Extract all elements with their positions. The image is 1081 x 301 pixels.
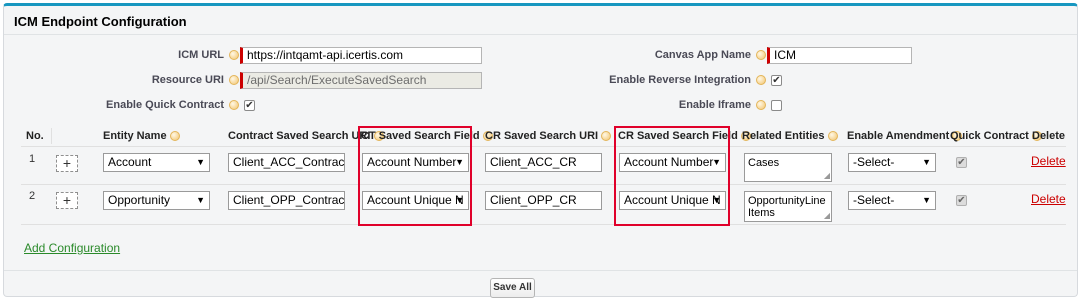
cr-saved-search-uri-input[interactable]: Client_ACC_CR bbox=[485, 153, 602, 172]
row-number: 2 bbox=[29, 190, 36, 202]
header-enable-amendment-label: Enable Amendment bbox=[847, 130, 950, 142]
resize-grip-icon[interactable]: ◢ bbox=[824, 212, 830, 220]
contract-saved-search-uri-input[interactable]: Client_OPP_Contract bbox=[228, 191, 345, 210]
header-cr-saved-search-uri: CR Saved Search URI bbox=[485, 126, 612, 146]
enable-amendment-select[interactable]: -Select- ▼ bbox=[848, 153, 936, 172]
header-entity-name-label: Entity Name bbox=[103, 130, 167, 142]
checkmark-icon: ✔ bbox=[772, 75, 781, 86]
header-contract-saved-search-uri-label: Contract Saved Search URI bbox=[228, 130, 371, 142]
quick-contract-checkbox: ✔ bbox=[956, 157, 967, 168]
header-related-entities-label: Related Entities bbox=[742, 130, 825, 142]
header-quick-contract-label: Quick Contract bbox=[950, 130, 1029, 142]
enable-quick-contract-checkbox[interactable]: ✔ bbox=[244, 100, 255, 111]
enable-amendment-value: -Select- bbox=[853, 155, 895, 169]
entity-name-value: Account bbox=[108, 155, 152, 169]
help-icon[interactable] bbox=[229, 100, 239, 110]
header-no: No. bbox=[26, 130, 44, 142]
enable-iframe-label: Enable Iframe bbox=[678, 99, 751, 111]
delete-link[interactable]: Delete bbox=[1031, 154, 1066, 168]
canvas-app-name-input[interactable]: ICM bbox=[767, 47, 912, 64]
icm-url-input[interactable]: https://intqamt-api.icertis.com bbox=[240, 47, 482, 64]
dropdown-arrow-icon: ▼ bbox=[196, 157, 205, 167]
header-divider bbox=[21, 146, 1066, 147]
header-enable-amendment: Enable Amendment bbox=[847, 126, 963, 146]
add-configuration-link[interactable]: Add Configuration bbox=[24, 241, 120, 255]
checkmark-icon: ✔ bbox=[957, 157, 966, 168]
dropdown-arrow-icon: ▼ bbox=[922, 157, 931, 167]
enable-reverse-integration-checkbox[interactable]: ✔ bbox=[771, 75, 782, 86]
help-icon[interactable] bbox=[229, 50, 239, 60]
header-quick-contract: Quick Contract bbox=[950, 126, 1042, 146]
cr-saved-search-uri-input[interactable]: Client_OPP_CR bbox=[485, 191, 602, 210]
help-icon[interactable] bbox=[169, 131, 180, 142]
header-related-entities: Related Entities bbox=[742, 126, 838, 146]
enable-quick-contract-label: Enable Quick Contract bbox=[106, 99, 224, 111]
ct-saved-search-field-highlight bbox=[358, 126, 472, 226]
row-divider bbox=[21, 184, 1066, 185]
row-number: 1 bbox=[29, 153, 36, 165]
row-divider bbox=[21, 224, 1066, 225]
resource-uri-input: /api/Search/ExecuteSavedSearch bbox=[240, 72, 482, 89]
expand-row-button[interactable]: + bbox=[56, 155, 78, 172]
header-entity-name: Entity Name bbox=[103, 126, 180, 146]
contract-saved-search-uri-input[interactable]: Client_ACC_Contract bbox=[228, 153, 345, 172]
related-entities-textarea[interactable]: Cases ◢ bbox=[744, 153, 832, 182]
related-entities-textarea[interactable]: OpportunityLineItems ◢ bbox=[744, 191, 832, 222]
dropdown-arrow-icon: ▼ bbox=[922, 195, 931, 205]
title-divider bbox=[4, 34, 1077, 35]
help-icon[interactable] bbox=[756, 50, 766, 60]
help-icon[interactable] bbox=[601, 131, 612, 142]
enable-amendment-value: -Select- bbox=[853, 193, 895, 207]
delete-link[interactable]: Delete bbox=[1031, 192, 1066, 206]
enable-amendment-select[interactable]: -Select- ▼ bbox=[848, 191, 936, 210]
quick-contract-checkbox: ✔ bbox=[956, 195, 967, 206]
canvas-app-name-label: Canvas App Name bbox=[654, 49, 751, 61]
help-icon[interactable] bbox=[756, 75, 766, 85]
help-icon[interactable] bbox=[827, 131, 838, 142]
entity-name-value: Opportunity bbox=[108, 193, 171, 207]
help-icon[interactable] bbox=[229, 75, 239, 85]
save-all-button[interactable]: Save All bbox=[490, 278, 535, 298]
enable-reverse-integration-label: Enable Reverse Integration bbox=[609, 74, 751, 86]
checkmark-icon: ✔ bbox=[245, 100, 254, 111]
icm-url-label: ICM URL bbox=[178, 49, 224, 61]
checkmark-icon: ✔ bbox=[957, 195, 966, 206]
enable-iframe-checkbox[interactable] bbox=[771, 100, 782, 111]
dropdown-arrow-icon: ▼ bbox=[196, 195, 205, 205]
panel-title: ICM Endpoint Configuration bbox=[14, 14, 187, 29]
resize-grip-icon[interactable]: ◢ bbox=[824, 172, 830, 180]
entity-name-select[interactable]: Opportunity ▼ bbox=[103, 191, 210, 210]
header-delete: Delete bbox=[1032, 130, 1066, 142]
related-entities-value: OpportunityLineItems bbox=[748, 195, 826, 219]
cr-saved-search-field-highlight bbox=[614, 126, 730, 226]
column-divider bbox=[51, 128, 52, 144]
footer-divider bbox=[4, 270, 1077, 271]
related-entities-value: Cases bbox=[748, 157, 780, 169]
header-cr-saved-search-uri-label: CR Saved Search URI bbox=[485, 130, 599, 142]
resource-uri-label: Resource URI bbox=[151, 74, 224, 86]
entity-name-select[interactable]: Account ▼ bbox=[103, 153, 210, 172]
help-icon[interactable] bbox=[756, 100, 766, 110]
expand-row-button[interactable]: + bbox=[56, 192, 78, 209]
icm-endpoint-configuration-panel: ICM Endpoint Configuration ICM URL https… bbox=[3, 3, 1078, 298]
